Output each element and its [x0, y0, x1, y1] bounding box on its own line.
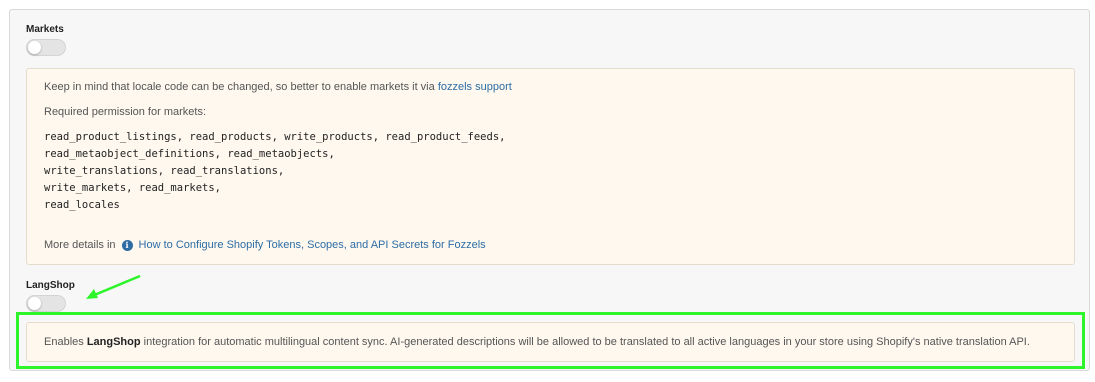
info-icon: i — [121, 239, 133, 251]
markets-notice: Keep in mind that locale code can be cha… — [26, 68, 1075, 265]
langshop-notice: Enables LangShop integration for automat… — [26, 322, 1075, 362]
more-details-label: More details in — [44, 239, 116, 251]
arrow-annotation-icon — [86, 274, 141, 299]
langshop-description-prefix: Enables — [44, 336, 87, 348]
permission-line: read_product_listings, read_products, wr… — [44, 131, 506, 143]
configure-tokens-link[interactable]: How to Configure Shopify Tokens, Scopes,… — [139, 239, 486, 251]
langshop-toggle[interactable] — [26, 295, 66, 312]
langshop-description-bold: LangShop — [86, 336, 141, 348]
more-details: More details in i How to Configure Shopi… — [44, 239, 486, 251]
permission-line: write_translations, read_translations, — [44, 165, 285, 177]
permission-line: read_locales — [44, 199, 120, 211]
langshop-label: LangShop — [26, 280, 75, 291]
toggle-knob — [28, 41, 41, 54]
fozzels-support-link[interactable]: fozzels support — [438, 81, 512, 93]
langshop-description-suffix: integration for automatic multilingual c… — [140, 336, 1030, 348]
markets-label: Markets — [26, 24, 64, 35]
permission-line: write_markets, read_markets, — [44, 182, 222, 194]
required-permission-label: Required permission for markets: — [44, 106, 207, 118]
permission-line: read_metaobject_definitions, read_metaob… — [44, 148, 335, 160]
permission-list: read_product_listings, read_products, wr… — [44, 129, 505, 214]
markets-notice-text: Keep in mind that locale code can be cha… — [44, 81, 438, 93]
markets-toggle[interactable] — [26, 39, 66, 56]
toggle-knob — [28, 297, 41, 310]
